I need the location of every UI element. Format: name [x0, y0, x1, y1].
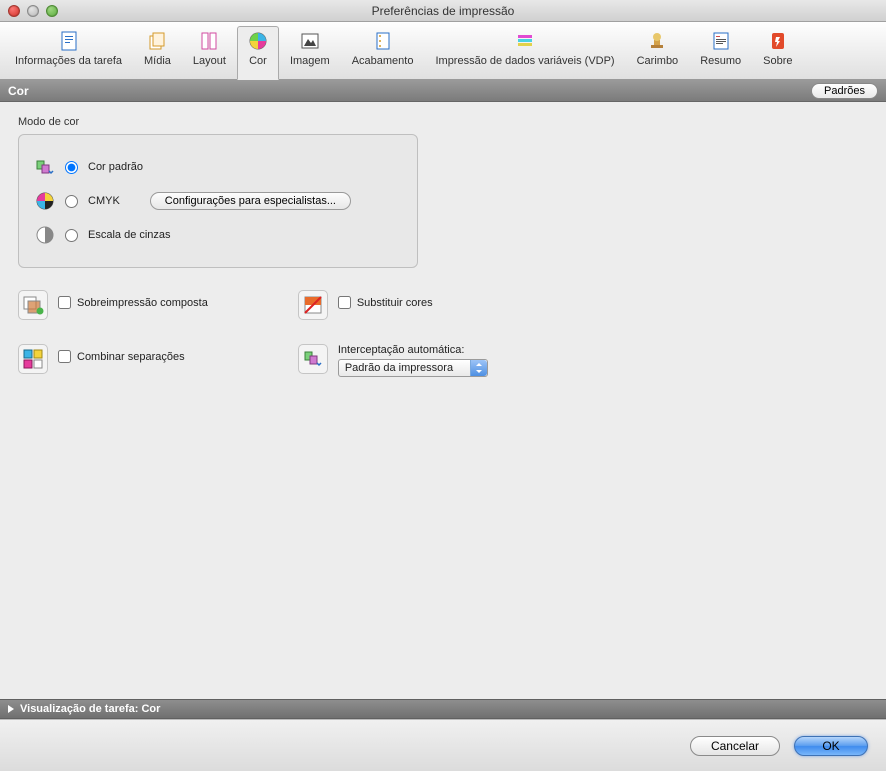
tab-label: Cor	[249, 55, 267, 67]
media-icon	[147, 31, 167, 51]
standard-color-icon	[35, 157, 55, 177]
tab-summary[interactable]: Resumo	[689, 26, 752, 79]
minimize-button[interactable]	[27, 5, 39, 17]
composite-overprint-icon	[18, 290, 48, 320]
tab-label: Sobre	[763, 55, 792, 67]
preview-bar-label: Visualização de tarefa: Cor	[20, 703, 160, 715]
cmyk-icon	[35, 191, 55, 211]
auto-trap-select[interactable]: Padrão da impressora	[338, 359, 488, 377]
preview-bar[interactable]: Visualização de tarefa: Cor	[0, 699, 886, 719]
about-icon	[768, 31, 788, 51]
standard-color-radio[interactable]	[65, 161, 78, 174]
tab-layout[interactable]: Layout	[182, 26, 237, 79]
tab-label: Acabamento	[352, 55, 414, 67]
stamp-icon	[647, 31, 667, 51]
tab-job-info[interactable]: Informações da tarefa	[4, 26, 133, 79]
combine-separations-checkbox[interactable]	[58, 350, 71, 363]
composite-overprint-checkbox[interactable]	[58, 296, 71, 309]
combine-separations-icon	[18, 344, 48, 374]
tab-label: Impressão de dados variáveis (VDP)	[435, 55, 614, 67]
standard-color-label[interactable]: Cor padrão	[88, 161, 143, 173]
traffic-lights	[8, 5, 58, 17]
tab-label: Informações da tarefa	[15, 55, 122, 67]
expert-settings-button[interactable]: Configurações para especialistas...	[150, 192, 351, 210]
tab-stamp[interactable]: Carimbo	[626, 26, 690, 79]
tab-image[interactable]: Imagem	[279, 26, 341, 79]
grayscale-icon	[35, 225, 55, 245]
auto-trap-value: Padrão da impressora	[338, 359, 488, 377]
color-mode-group: Cor padrão CMYK Configurações para espec…	[18, 134, 418, 268]
tab-label: Resumo	[700, 55, 741, 67]
dropdown-arrows-icon	[470, 360, 487, 376]
image-icon	[300, 31, 320, 51]
tab-finishing[interactable]: Acabamento	[341, 26, 425, 79]
tab-label: Layout	[193, 55, 226, 67]
layout-icon	[199, 31, 219, 51]
substitute-colors-label[interactable]: Substituir cores	[357, 297, 433, 309]
summary-icon	[711, 31, 731, 51]
tab-about[interactable]: Sobre	[752, 26, 803, 79]
color-icon	[248, 31, 268, 51]
cmyk-label[interactable]: CMYK	[88, 195, 120, 207]
finishing-icon	[373, 31, 393, 51]
tab-color[interactable]: Cor	[237, 26, 279, 80]
auto-trap-label: Interceptação automática:	[338, 344, 488, 356]
section-title: Cor	[8, 84, 29, 98]
close-button[interactable]	[8, 5, 20, 17]
tab-label: Imagem	[290, 55, 330, 67]
bottom-bar: Cancelar OK	[0, 719, 886, 771]
titlebar: Preferências de impressão	[0, 0, 886, 22]
tab-vdp[interactable]: Impressão de dados variáveis (VDP)	[424, 26, 625, 79]
grayscale-label[interactable]: Escala de cinzas	[88, 229, 171, 241]
tab-label: Carimbo	[637, 55, 679, 67]
defaults-button[interactable]: Padrões	[811, 83, 878, 99]
ok-button[interactable]: OK	[794, 736, 868, 756]
toolbar: Informações da tarefa Mídia Layout Cor I…	[0, 22, 886, 80]
grayscale-radio[interactable]	[65, 229, 78, 242]
combine-separations-label[interactable]: Combinar separações	[77, 351, 185, 363]
composite-overprint-label[interactable]: Sobreimpressão composta	[77, 297, 208, 309]
cancel-button[interactable]: Cancelar	[690, 736, 780, 756]
substitute-colors-icon	[298, 290, 328, 320]
content-panel: Modo de cor Cor padrão CMYK Configuraçõe…	[0, 102, 886, 699]
tab-label: Mídia	[144, 55, 171, 67]
auto-trap-icon	[298, 344, 328, 374]
vdp-icon	[515, 31, 535, 51]
cmyk-radio[interactable]	[65, 195, 78, 208]
color-mode-label: Modo de cor	[18, 116, 868, 128]
window-title: Preferências de impressão	[0, 4, 886, 18]
disclosure-triangle-icon	[8, 705, 14, 713]
tab-media[interactable]: Mídia	[133, 26, 182, 79]
substitute-colors-checkbox[interactable]	[338, 296, 351, 309]
zoom-button[interactable]	[46, 5, 58, 17]
section-header: Cor Padrões	[0, 80, 886, 102]
job-info-icon	[59, 31, 79, 51]
